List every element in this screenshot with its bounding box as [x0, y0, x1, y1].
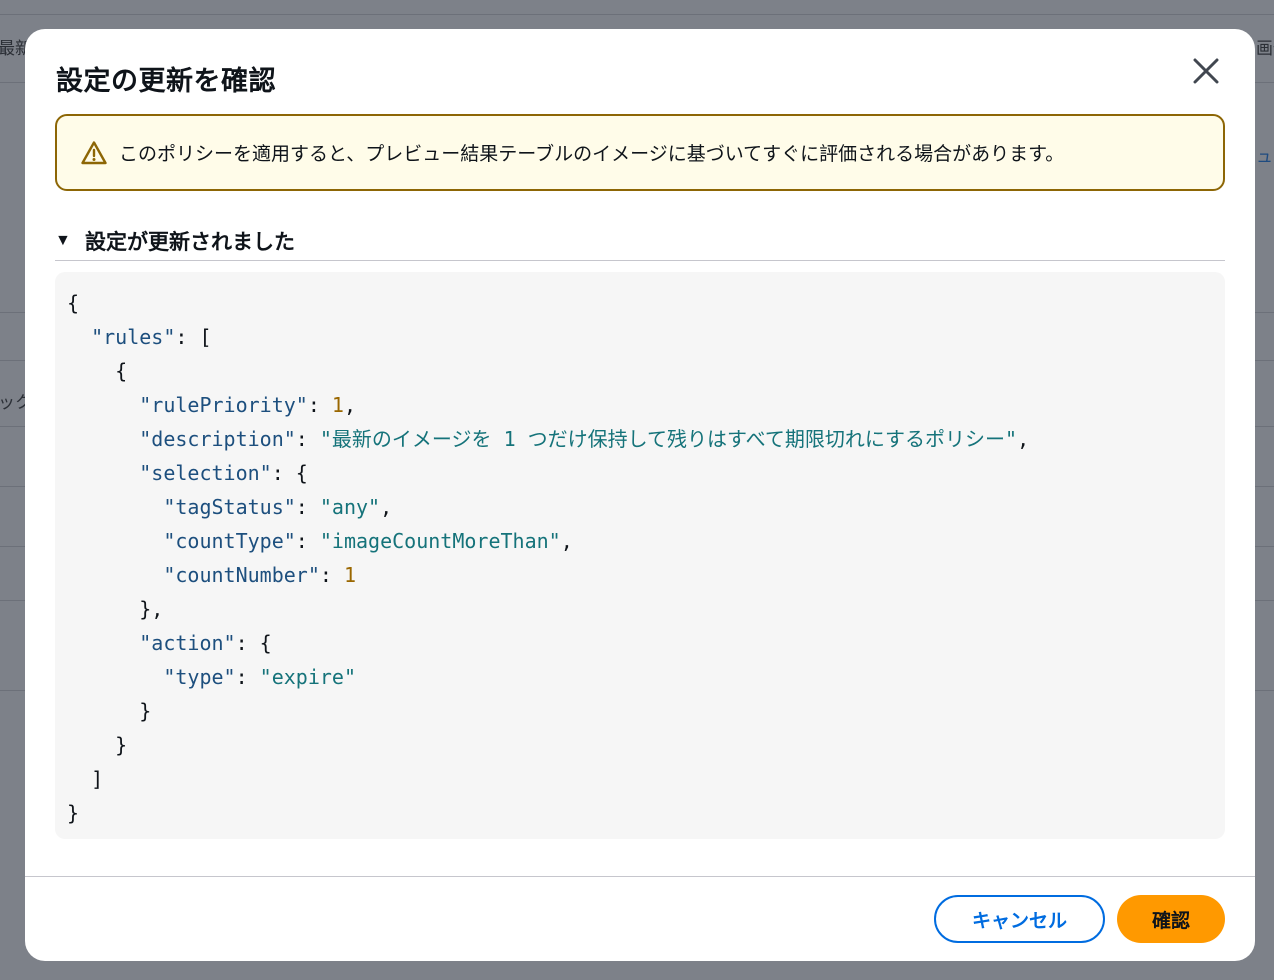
code-line: "description": "最新のイメージを 1 つだけ保持して残りはすべて…: [139, 427, 1030, 451]
modal-title: 設定の更新を確認: [56, 66, 276, 96]
bg-divider: [0, 14, 1274, 15]
cancel-button[interactable]: キャンセル: [934, 895, 1105, 943]
warning-icon: [81, 140, 107, 164]
code-line: "countType": "imageCountMoreThan",: [163, 529, 573, 553]
json-key: "tagStatus": [163, 495, 296, 519]
code-line: }: [115, 733, 128, 757]
json-string: "any": [319, 495, 381, 519]
json-string: "expire": [259, 665, 356, 689]
json-key: "type": [163, 665, 236, 689]
json-key: "selection": [139, 461, 272, 485]
json-code-block: { "rules": [ { "rulePriority": 1, "descr…: [55, 272, 1225, 839]
code-line: "tagStatus": "any",: [163, 495, 393, 519]
json-key: "countType": [163, 529, 296, 553]
code-line: "rules": [: [91, 325, 212, 349]
close-button[interactable]: [1188, 53, 1224, 89]
confirm-button[interactable]: 確認: [1117, 895, 1225, 943]
close-icon: [1193, 58, 1219, 84]
json-key: "rules": [91, 325, 176, 349]
settings-updated-expander[interactable]: ▼ 設定が更新されました: [55, 221, 1225, 261]
code-line: },: [139, 597, 164, 621]
code-line: }: [67, 801, 80, 825]
code-line: ]: [91, 767, 104, 791]
confirm-settings-modal: 設定の更新を確認 このポリシーを適用すると、プレビュー結果テーブルのイメージに基…: [25, 29, 1255, 961]
code-line: "action": {: [139, 631, 272, 655]
expander-title: 設定が更新されました: [85, 230, 295, 254]
code-line: }: [139, 699, 152, 723]
warning-alert: このポリシーを適用すると、プレビュー結果テーブルのイメージに基づいてすぐに評価さ…: [55, 114, 1225, 191]
json-number: 1: [331, 393, 344, 417]
json-key: "action": [139, 631, 236, 655]
json-string: "最新のイメージを 1 つだけ保持して残りはすべて期限切れにするポリシー": [319, 427, 1018, 451]
caret-down-icon: ▼: [55, 231, 71, 249]
json-string: "imageCountMoreThan": [319, 529, 561, 553]
code-line: "selection": {: [139, 461, 308, 485]
json-number: 1: [343, 563, 357, 587]
json-key: "rulePriority": [139, 393, 308, 417]
code-line: "countNumber": 1: [163, 563, 357, 587]
alert-message: このポリシーを適用すると、プレビュー結果テーブルのイメージに基づいてすぐに評価さ…: [119, 144, 1065, 165]
code-line: {: [115, 359, 128, 383]
json-key: "description": [139, 427, 296, 451]
code-line: "rulePriority": 1,: [139, 393, 357, 417]
code-line: "type": "expire": [163, 665, 356, 689]
json-key: "countNumber": [163, 563, 320, 587]
bg-text-fragment: ュー: [1256, 147, 1274, 166]
footer-divider: [25, 876, 1255, 877]
bg-text-fragment: 画像: [1256, 39, 1274, 58]
code-line: {: [67, 291, 80, 315]
